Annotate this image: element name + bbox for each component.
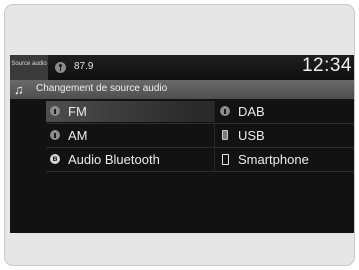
antenna-icon (50, 106, 60, 116)
source-item-audio-bluetooth[interactable]: ʙ Audio Bluetooth (46, 149, 214, 170)
clock: 12:34 (301, 55, 352, 76)
frequency-readout: 87.9 (74, 61, 94, 72)
source-item-fm[interactable]: FM (46, 101, 214, 122)
source-label: USB (238, 128, 265, 143)
display-screen: Source audio 87.9 12:34 ♫ Changement de … (10, 55, 354, 233)
row-divider (46, 123, 354, 124)
smartphone-icon (222, 154, 229, 165)
device-frame: Source audio 87.9 12:34 ♫ Changement de … (4, 4, 355, 266)
source-label: AM (68, 128, 88, 143)
source-item-smartphone[interactable]: Smartphone (216, 149, 354, 170)
source-item-dab[interactable]: DAB (216, 101, 354, 122)
source-label: FM (68, 104, 87, 119)
radio-icon (55, 62, 66, 73)
page-title: Changement de source audio (36, 83, 168, 94)
row-divider (46, 147, 354, 148)
source-item-am[interactable]: AM (46, 125, 214, 146)
antenna-icon (220, 106, 230, 116)
source-label: Smartphone (238, 152, 309, 167)
column-divider (214, 101, 215, 171)
usb-icon (222, 130, 228, 140)
title-bar: ♫ Changement de source audio (10, 80, 354, 99)
bluetooth-icon: ʙ (50, 154, 60, 164)
antenna-icon (50, 130, 60, 140)
status-bar: Source audio 87.9 12:34 (10, 55, 354, 80)
music-note-icon: ♫ (14, 82, 24, 97)
source-label: DAB (238, 104, 265, 119)
source-label: Audio Bluetooth (68, 152, 160, 167)
row-divider (46, 171, 354, 172)
source-audio-tab[interactable]: Source audio (10, 55, 48, 80)
source-item-usb[interactable]: USB (216, 125, 354, 146)
